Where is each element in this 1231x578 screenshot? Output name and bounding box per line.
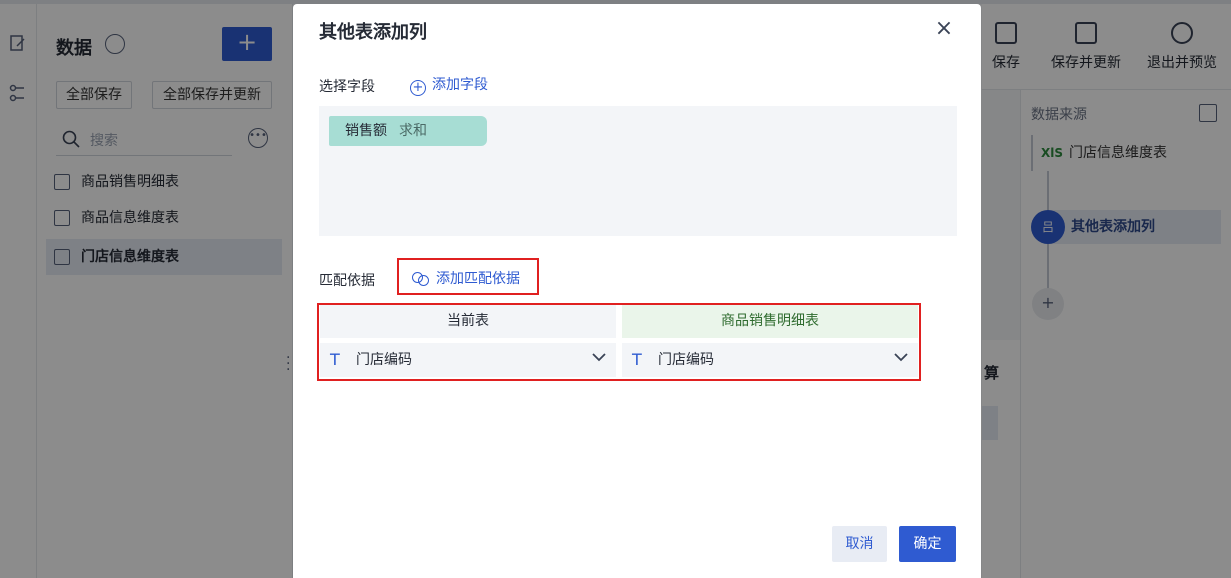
match-highlight-box <box>317 303 921 381</box>
add-match-button[interactable]: 添加匹配依据 <box>412 268 520 288</box>
field-name: 销售额 <box>345 123 387 139</box>
field-drop-area[interactable]: 销售额 求和 <box>319 106 957 236</box>
add-match-label: 添加匹配依据 <box>436 271 520 287</box>
confirm-button[interactable]: 确定 <box>899 526 956 562</box>
plus-circle-icon: + <box>410 80 426 96</box>
aggregation-label[interactable]: 求和 <box>399 123 427 139</box>
dialog-header: 其他表添加列 × <box>293 4 981 54</box>
link-rings-icon <box>412 270 430 286</box>
select-field-label: 选择字段 <box>319 79 375 95</box>
close-icon[interactable]: × <box>933 18 955 40</box>
add-field-label: 添加字段 <box>432 77 488 93</box>
field-chip[interactable]: 销售额 求和 <box>329 116 487 146</box>
add-field-button[interactable]: + 添加字段 <box>410 74 488 96</box>
add-column-dialog: 其他表添加列 × 选择字段 + 添加字段 销售额 求和 匹配依据 添加匹配依据 当前… <box>293 4 981 578</box>
cancel-button[interactable]: 取消 <box>832 526 887 562</box>
match-label: 匹配依据 <box>319 273 375 289</box>
dialog-title: 其他表添加列 <box>319 22 427 43</box>
